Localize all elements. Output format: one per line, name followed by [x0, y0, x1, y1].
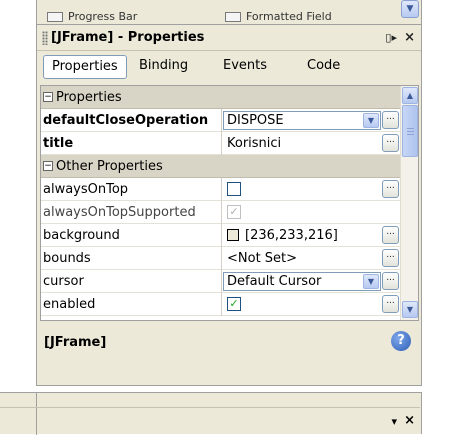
combo-value: Default Cursor: [227, 274, 322, 289]
bottom-panel: ▾ ×: [0, 392, 422, 435]
chevron-down-icon[interactable]: ▼: [363, 113, 379, 128]
ellipsis-button[interactable]: ...: [382, 180, 399, 198]
property-row-cursor[interactable]: cursor Default Cursor ▼ ...: [41, 270, 401, 293]
enabled-checkbox[interactable]: ✓: [227, 297, 241, 311]
tab-events[interactable]: Events: [215, 55, 275, 79]
property-row-enabled[interactable]: enabled ✓ ...: [41, 293, 401, 316]
property-row-bounds[interactable]: bounds <Not Set> ...: [41, 247, 401, 270]
property-row-background[interactable]: background [236,233,216] ...: [41, 224, 401, 247]
title-value[interactable]: Korisnici: [227, 136, 281, 151]
default-close-operation-combo[interactable]: DISPOSE ▼: [223, 111, 381, 130]
property-name: alwaysOnTop: [43, 182, 129, 197]
tab-binding[interactable]: Binding: [131, 55, 196, 79]
color-swatch: [227, 229, 239, 241]
chevron-down-icon: ▼: [406, 4, 414, 14]
category-properties[interactable]: − Properties: [41, 86, 401, 109]
vertical-scrollbar[interactable]: ▲ ▼: [400, 86, 418, 320]
category-other-properties[interactable]: − Other Properties: [41, 155, 401, 178]
drag-grip-icon[interactable]: [42, 31, 48, 45]
cursor-combo[interactable]: Default Cursor ▼: [223, 272, 381, 291]
title-bar[interactable]: [JFrame] - Properties ▯▸ ×: [37, 25, 421, 51]
progress-bar-icon: [47, 12, 63, 22]
ellipsis-button[interactable]: ...: [382, 249, 399, 267]
palette-scroll-down-button[interactable]: ▼: [401, 0, 419, 18]
property-name: enabled: [43, 297, 96, 312]
palette-item-formatted-field[interactable]: Formatted Field: [225, 10, 332, 24]
ellipsis-button[interactable]: ...: [382, 111, 399, 129]
ellipsis-button[interactable]: ...: [382, 226, 399, 244]
ellipsis-button[interactable]: ...: [382, 295, 399, 313]
tab-properties[interactable]: Properties: [43, 55, 127, 79]
palette-strip: Progress Bar Formatted Field ▼: [36, 0, 422, 24]
ellipsis-button[interactable]: ...: [382, 272, 399, 290]
palette-item-progress-bar[interactable]: Progress Bar: [47, 10, 137, 24]
menu-icon[interactable]: ▾: [391, 415, 397, 428]
properties-window: [JFrame] - Properties ▯▸ × Properties Bi…: [36, 24, 422, 386]
chevron-down-icon[interactable]: ▼: [363, 274, 379, 289]
collapse-icon[interactable]: −: [43, 161, 53, 171]
property-name: alwaysOnTopSupported: [43, 205, 196, 220]
property-row-always-on-top[interactable]: alwaysOnTop ...: [41, 178, 401, 201]
category-label: Other Properties: [56, 159, 163, 174]
always-on-top-supported-checkbox: ✓: [227, 205, 241, 219]
category-label: Properties: [56, 90, 122, 105]
property-row-always-on-top-supported: alwaysOnTopSupported ✓: [41, 201, 401, 224]
collapse-icon[interactable]: −: [43, 92, 53, 102]
bounds-value[interactable]: <Not Set>: [227, 251, 297, 266]
property-row-default-close-operation[interactable]: defaultCloseOperation DISPOSE ▼ ...: [41, 109, 401, 132]
property-name: bounds: [43, 251, 91, 266]
formatted-field-icon: [225, 12, 241, 22]
window-title: [JFrame] - Properties: [51, 30, 205, 45]
close-icon[interactable]: ×: [404, 30, 415, 45]
tab-bar: Properties Binding Events Code: [43, 55, 413, 81]
property-name: cursor: [43, 274, 84, 289]
property-name: defaultCloseOperation: [43, 113, 209, 128]
description-title: [JFrame]: [44, 335, 107, 350]
property-name: background: [43, 228, 120, 243]
property-sheet: − Properties defaultCloseOperation DISPO…: [40, 85, 419, 321]
description-area: [JFrame] ?: [40, 325, 419, 383]
scrollbar-thumb[interactable]: [402, 105, 418, 157]
property-name: title: [43, 136, 74, 151]
chevron-up-icon[interactable]: ▲: [402, 87, 418, 104]
close-icon[interactable]: ×: [404, 413, 415, 428]
combo-value: DISPOSE: [227, 113, 284, 128]
tab-code[interactable]: Code: [299, 55, 348, 79]
property-row-title[interactable]: title Korisnici ...: [41, 132, 401, 155]
ellipsis-button[interactable]: ...: [382, 134, 399, 152]
help-icon[interactable]: ?: [391, 331, 411, 351]
minimize-icon[interactable]: ▯▸: [385, 31, 397, 44]
always-on-top-checkbox[interactable]: [227, 182, 241, 196]
background-value[interactable]: [236,233,216]: [245, 228, 338, 243]
chevron-down-icon[interactable]: ▼: [402, 301, 418, 318]
